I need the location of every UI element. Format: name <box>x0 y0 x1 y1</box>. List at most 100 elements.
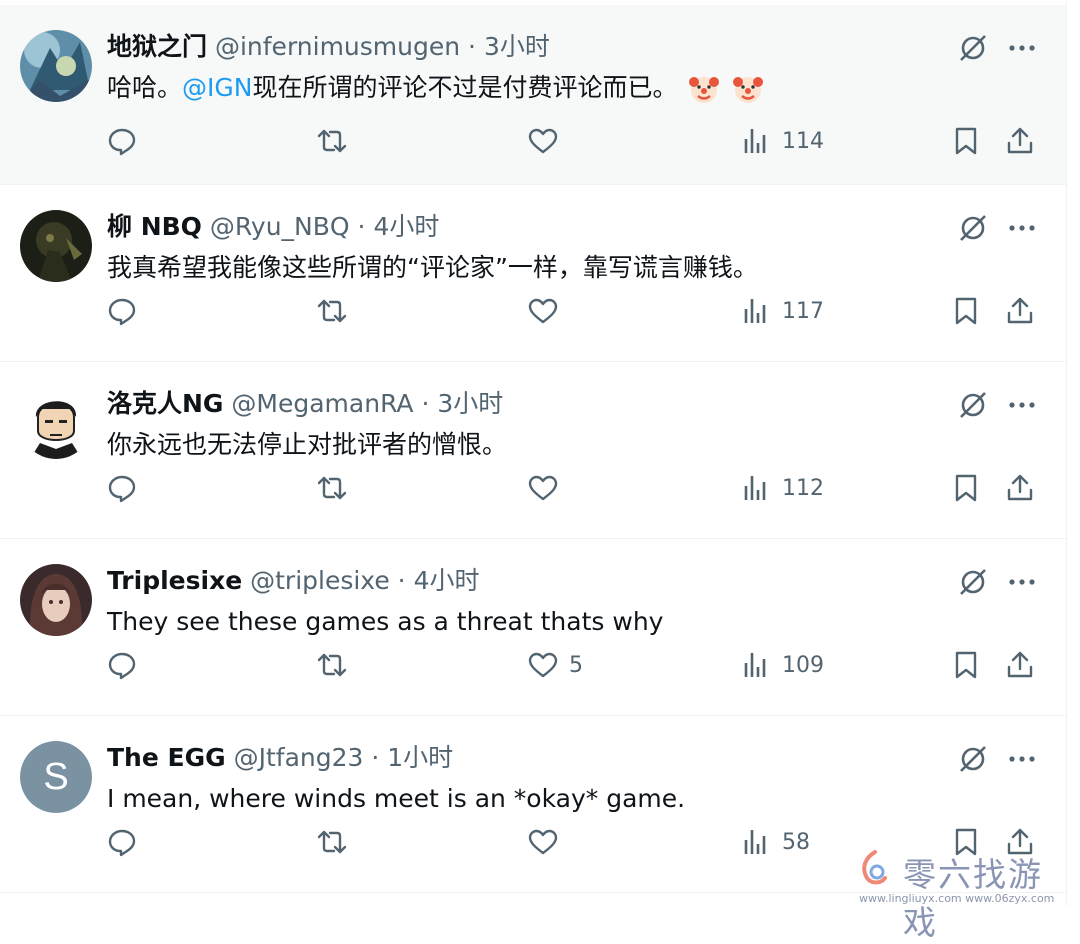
heart-icon <box>528 298 558 324</box>
share-button[interactable] <box>1004 643 1036 687</box>
views-button[interactable]: 112 <box>740 466 824 510</box>
grok-icon[interactable] <box>956 565 990 599</box>
bookmark-button[interactable] <box>950 119 982 163</box>
grok-icon[interactable] <box>956 388 990 422</box>
avatar[interactable] <box>20 30 92 102</box>
more-icon[interactable] <box>1005 211 1039 245</box>
author-name[interactable]: 洛克人NG <box>107 389 223 418</box>
like-button[interactable] <box>527 820 569 864</box>
avatar[interactable] <box>20 210 92 282</box>
share-button[interactable] <box>1004 466 1036 510</box>
view-count: 112 <box>782 475 824 501</box>
views-button[interactable]: 117 <box>740 289 824 333</box>
avatar-letter: S <box>43 755 69 798</box>
reply-icon <box>108 829 136 857</box>
author-handle[interactable]: @Ryu_NBQ <box>210 212 350 241</box>
tweet-text: They see these games as a threat thats w… <box>107 603 663 641</box>
bookmark-button[interactable] <box>950 466 982 510</box>
share-icon <box>1007 474 1033 501</box>
author-handle[interactable]: @triplesixe <box>250 566 390 595</box>
like-button[interactable] <box>527 466 569 510</box>
tweet-text: 我真希望我能像这些所谓的“评论家”一样，靠写谎言赚钱。 <box>107 249 758 287</box>
more-icon[interactable] <box>1005 31 1039 65</box>
timestamp[interactable]: 1小时 <box>387 743 453 772</box>
tweet[interactable]: Triplesixe @triplesixe · 4小时 They see th… <box>0 539 1066 716</box>
retweet-icon <box>317 653 347 677</box>
retweet-icon <box>317 129 347 153</box>
mention-link[interactable]: @IGN <box>182 73 252 102</box>
retweet-icon <box>317 299 347 323</box>
tweet[interactable]: 洛克人NG @MegamanRA · 3小时 你永远也无法停止对批评者的憎恨。 … <box>0 362 1066 539</box>
site-watermark: 零六找游戏 www.lingliuyx.com www.06zyx.com <box>855 842 1070 942</box>
text-segment: I mean, where winds meet is an *okay* ga… <box>107 784 686 813</box>
reply-button[interactable] <box>106 466 138 510</box>
view-count: 109 <box>782 652 824 678</box>
watermark-urls: www.lingliuyx.com www.06zyx.com <box>859 892 1055 905</box>
bookmark-icon <box>955 127 977 155</box>
avatar[interactable] <box>20 387 92 459</box>
tweet[interactable]: 柳 NBQ @Ryu_NBQ · 4小时 我真希望我能像这些所谓的“评论家”一样… <box>0 185 1066 362</box>
like-button[interactable] <box>527 119 569 163</box>
bookmark-button[interactable] <box>950 289 982 333</box>
timestamp[interactable]: 3小时 <box>437 389 503 418</box>
timestamp[interactable]: 4小时 <box>373 212 439 241</box>
like-button[interactable] <box>527 289 569 333</box>
author-handle[interactable]: @infernimusmugen <box>215 32 460 61</box>
grok-icon[interactable] <box>956 31 990 65</box>
action-bar: 117 <box>0 289 1066 333</box>
avatar[interactable] <box>20 564 92 636</box>
separator: · <box>468 32 476 61</box>
views-icon <box>744 653 766 677</box>
tweet-header: 地狱之门 @infernimusmugen · 3小时 <box>107 29 550 65</box>
view-count: 58 <box>782 829 810 855</box>
retweet-button[interactable] <box>316 119 348 163</box>
author-handle[interactable]: @MegamanRA <box>231 389 413 418</box>
timestamp[interactable]: 4小时 <box>414 566 480 595</box>
author-name[interactable]: The EGG <box>107 743 226 772</box>
tweet-header: 洛克人NG @MegamanRA · 3小时 <box>107 386 503 422</box>
timestamp[interactable]: 3小时 <box>484 32 550 61</box>
reply-button[interactable] <box>106 820 138 864</box>
retweet-button[interactable] <box>316 643 348 687</box>
views-button[interactable]: 58 <box>740 820 810 864</box>
retweet-icon <box>317 830 347 854</box>
tweet-text: 哈哈。@IGN现在所谓的评论不过是付费评论而已。 <box>107 69 765 107</box>
tweet[interactable]: 地狱之门 @infernimusmugen · 3小时 哈哈。@IGN现在所谓的… <box>0 5 1066 185</box>
text-segment: 哈哈。 <box>107 73 183 102</box>
bookmark-icon <box>955 474 977 502</box>
author-name[interactable]: 柳 NBQ <box>107 212 202 241</box>
more-icon[interactable] <box>1005 388 1039 422</box>
heart-icon <box>528 475 558 501</box>
separator: · <box>397 566 406 595</box>
author-name[interactable]: 地狱之门 <box>107 32 207 61</box>
retweet-button[interactable] <box>316 466 348 510</box>
more-icon[interactable] <box>1005 742 1039 776</box>
author-name[interactable]: Triplesixe <box>107 566 242 595</box>
reply-icon <box>108 128 136 156</box>
view-count: 117 <box>782 298 824 324</box>
reply-button[interactable] <box>106 643 138 687</box>
reply-button[interactable] <box>106 119 138 163</box>
action-bar: 5 109 <box>0 643 1066 687</box>
reply-icon <box>108 652 136 680</box>
separator: · <box>357 212 366 241</box>
grok-icon[interactable] <box>956 211 990 245</box>
heart-icon <box>528 829 558 855</box>
text-segment: 你永远也无法停止对批评者的憎恨。 <box>107 430 508 459</box>
reply-button[interactable] <box>106 289 138 333</box>
views-button[interactable]: 109 <box>740 643 824 687</box>
like-button[interactable]: 5 <box>527 643 583 687</box>
retweet-button[interactable] <box>316 820 348 864</box>
watermark-logo-icon <box>862 850 887 885</box>
retweet-button[interactable] <box>316 289 348 333</box>
author-handle[interactable]: @Jtfang23 <box>234 743 364 772</box>
grok-icon[interactable] <box>956 742 990 776</box>
share-icon <box>1007 297 1033 324</box>
avatar[interactable]: S <box>20 741 92 813</box>
bookmark-button[interactable] <box>950 643 982 687</box>
share-button[interactable] <box>1004 119 1036 163</box>
more-icon[interactable] <box>1005 565 1039 599</box>
separator: · <box>421 389 430 418</box>
share-button[interactable] <box>1004 289 1036 333</box>
views-button[interactable]: 114 <box>740 119 824 163</box>
